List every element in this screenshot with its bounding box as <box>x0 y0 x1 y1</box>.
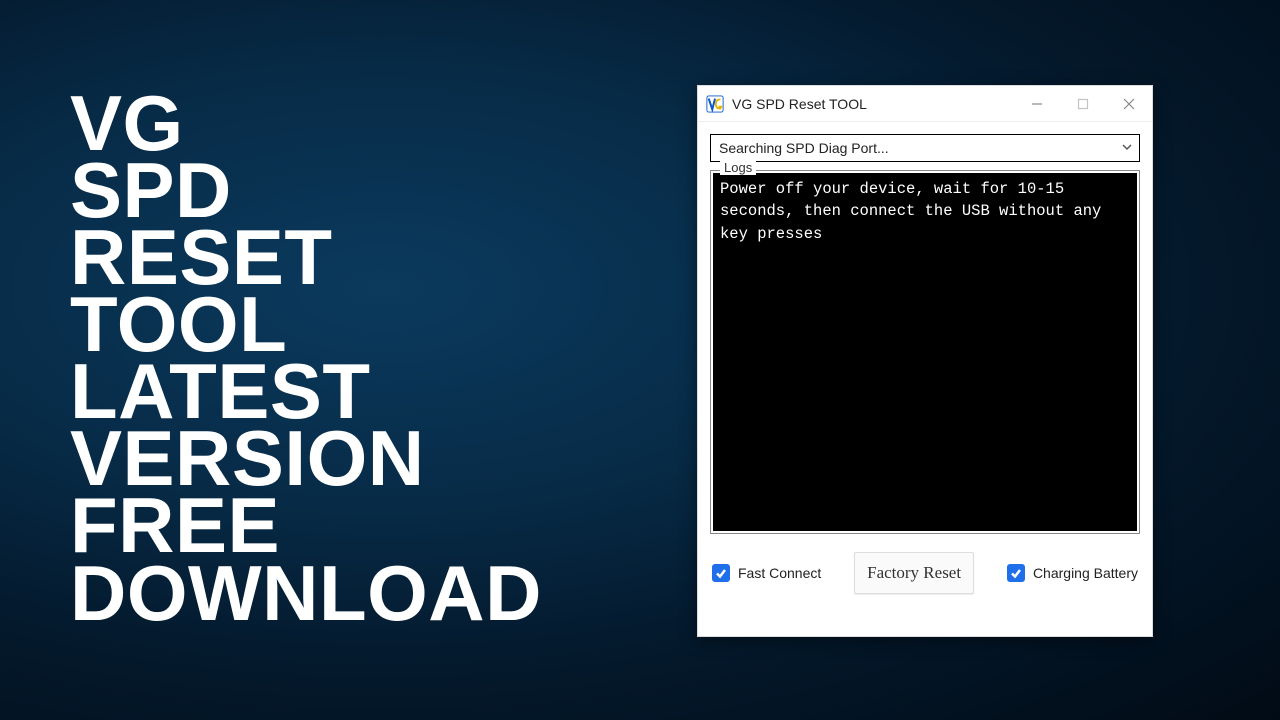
window-title: VG SPD Reset TOOL <box>732 96 867 112</box>
logs-legend: Logs <box>720 160 756 175</box>
client-area: Searching SPD Diag Port... Logs Power of… <box>698 122 1152 604</box>
headline-line: DOWNLOAD <box>70 560 542 627</box>
app-icon <box>706 95 724 113</box>
checkbox-checked-icon <box>712 564 730 582</box>
charging-battery-checkbox[interactable]: Charging Battery <box>1007 564 1138 582</box>
logs-output[interactable]: Power off your device, wait for 10-15 se… <box>713 173 1137 531</box>
factory-reset-button[interactable]: Factory Reset <box>854 552 974 594</box>
promo-headline: VG SPD RESET TOOL LATEST VERSION FREE DO… <box>70 90 542 627</box>
close-button[interactable] <box>1106 86 1152 122</box>
chevron-down-icon <box>1121 140 1133 156</box>
fast-connect-checkbox[interactable]: Fast Connect <box>712 564 821 582</box>
minimize-button[interactable] <box>1014 86 1060 122</box>
port-dropdown-value: Searching SPD Diag Port... <box>719 140 889 156</box>
app-window: VG SPD Reset TOOL Searching SPD Diag Por… <box>697 85 1153 637</box>
maximize-button[interactable] <box>1060 86 1106 122</box>
logs-group: Logs Power off your device, wait for 10-… <box>710 170 1140 534</box>
logs-box-frame: Power off your device, wait for 10-15 se… <box>710 170 1140 534</box>
fast-connect-label: Fast Connect <box>738 565 821 581</box>
titlebar[interactable]: VG SPD Reset TOOL <box>698 86 1152 122</box>
checkbox-checked-icon <box>1007 564 1025 582</box>
charging-battery-label: Charging Battery <box>1033 565 1138 581</box>
port-dropdown[interactable]: Searching SPD Diag Port... <box>710 134 1140 162</box>
footer-controls: Fast Connect Factory Reset Charging Batt… <box>710 552 1140 594</box>
